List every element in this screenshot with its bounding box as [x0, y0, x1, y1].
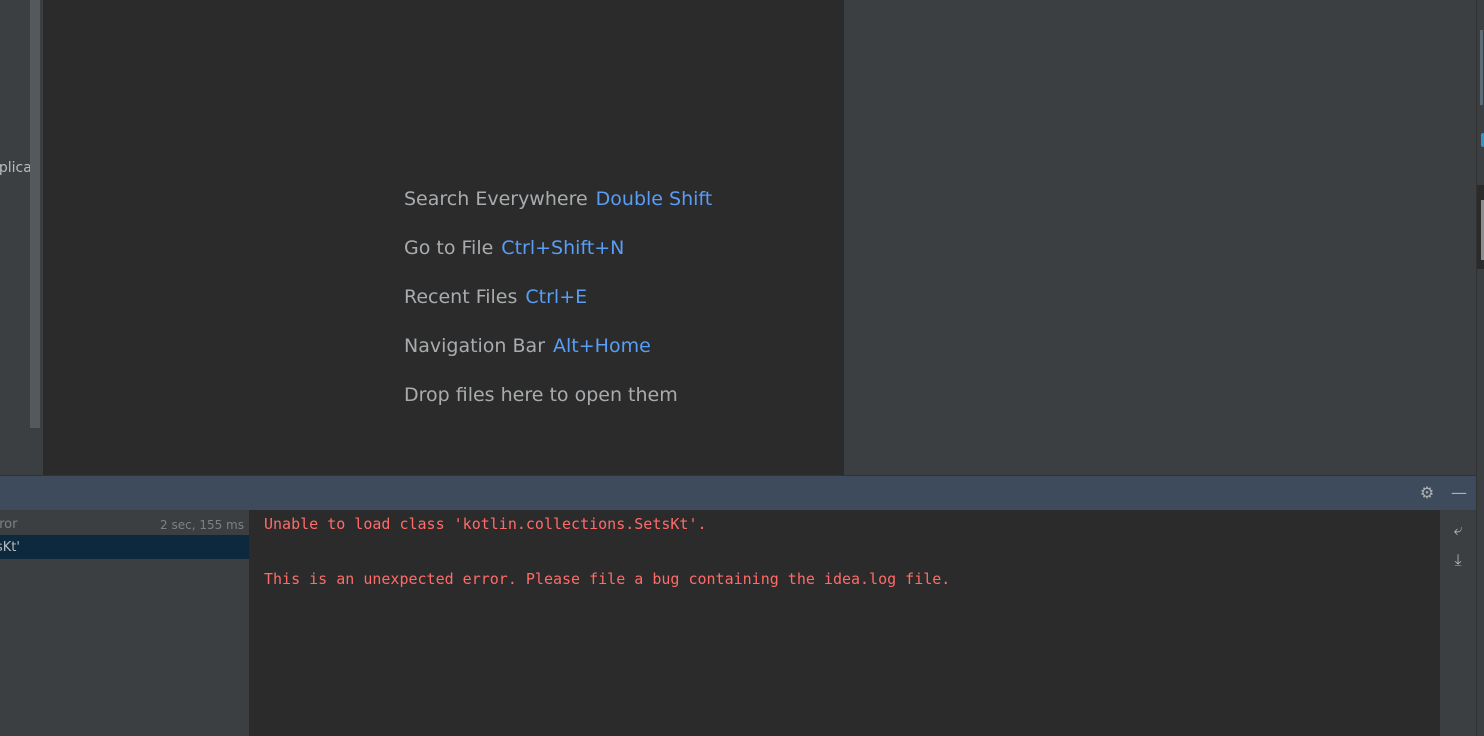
scroll-to-end-icon[interactable]: ⤓ [1448, 550, 1468, 570]
hint-label: Recent Files [404, 286, 518, 308]
console-output[interactable]: Unable to load class 'kotlin.collections… [250, 510, 1440, 736]
hint-shortcut: Ctrl+E [525, 286, 588, 308]
hint-shortcut: Ctrl+Shift+N [501, 237, 625, 259]
hint-navigation-bar: Navigation Bar Alt+Home [404, 335, 712, 384]
gear-icon[interactable]: ⚙ [1418, 484, 1436, 502]
hint-drop-files: Drop files here to open them [404, 384, 712, 433]
editor-empty-area: Search Everywhere Double Shift Go to File… [43, 0, 844, 475]
console-toolbar: ⤶ ⤓ [1440, 510, 1476, 736]
ide-window: pplicati Search Everywhere Double Shift G… [0, 0, 1484, 736]
hint-shortcut: Alt+Home [553, 335, 651, 357]
hint-label: Navigation Bar [404, 335, 546, 357]
hint-label: Search Everywhere [404, 188, 588, 210]
tool-window-header: ⚙ — [0, 475, 1476, 510]
console-line: This is an unexpected error. Please file… [264, 570, 951, 588]
tree-row-time: 2 sec, 155 ms [160, 518, 244, 532]
stripe-tab-marker[interactable] [1480, 30, 1483, 105]
hint-recent-files: Recent Files Ctrl+E [404, 286, 712, 335]
hint-shortcut: Double Shift [595, 188, 713, 210]
hint-search-everywhere: Search Everywhere Double Shift [404, 188, 712, 237]
project-panel: pplicati [0, 0, 43, 475]
soft-wrap-icon[interactable]: ⤶ [1448, 520, 1468, 540]
hint-label: Drop files here to open them [404, 384, 678, 406]
hint-label: Go to File [404, 237, 494, 259]
tree-row-error[interactable]: rror 2 sec, 155 ms [0, 512, 249, 536]
tree-row-label: rror [0, 517, 18, 532]
build-tree: rror 2 sec, 155 ms sKt' [0, 510, 250, 736]
right-tool-stripe [1476, 0, 1484, 736]
project-scrollbar[interactable] [30, 0, 40, 428]
console-line: Unable to load class 'kotlin.collections… [264, 515, 707, 533]
editor-hints: Search Everywhere Double Shift Go to File… [404, 188, 712, 433]
tree-row-selected[interactable]: sKt' [0, 535, 249, 559]
hint-go-to-file: Go to File Ctrl+Shift+N [404, 237, 712, 286]
right-empty-pane [844, 0, 1476, 475]
tree-row-label: sKt' [0, 540, 20, 555]
minimize-icon[interactable]: — [1450, 484, 1468, 502]
